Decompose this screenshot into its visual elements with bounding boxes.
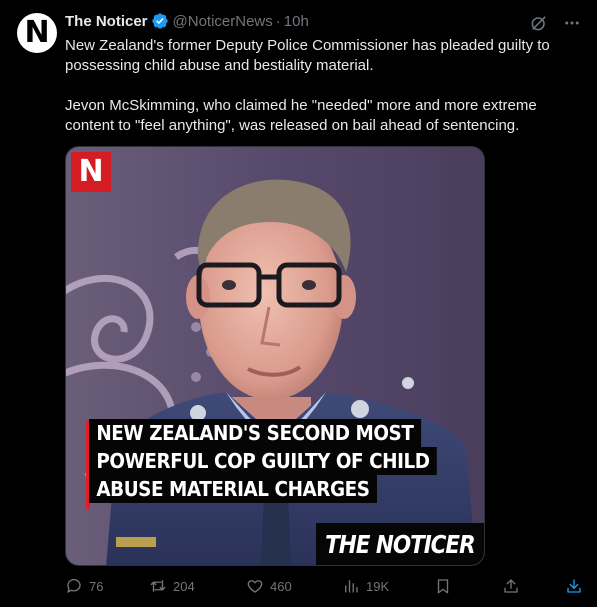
officer-photo xyxy=(66,147,484,565)
top-actions xyxy=(529,13,581,33)
reply-count: 76 xyxy=(89,578,104,594)
headline-line: NEW ZEALAND'S SECOND MOST xyxy=(89,419,421,447)
reply-icon xyxy=(67,578,81,593)
noticer-logo-badge: N xyxy=(71,152,111,192)
bookmark-icon xyxy=(437,579,449,594)
timestamp[interactable]: 10h xyxy=(284,13,309,30)
tweet-paragraph: New Zealand's former Deputy Police Commi… xyxy=(65,37,550,74)
headline-line: POWERFUL COP GUILTY OF CHILD xyxy=(89,447,437,475)
brand-watermark: THE NOTICER xyxy=(316,523,484,565)
handle[interactable]: @NoticerNews xyxy=(173,13,273,30)
tweet[interactable]: N The Noticer @NoticerNews · 10h New Zea… xyxy=(0,0,597,607)
tweet-paragraph: Jevon McSkimming, who claimed he "needed… xyxy=(65,97,537,134)
like-icon xyxy=(247,580,263,593)
repost-count: 204 xyxy=(173,578,195,594)
separator-dot: · xyxy=(275,12,281,30)
headline-line: ABUSE MATERIAL CHARGES xyxy=(89,475,377,503)
action-bar: 76 204 460 19K xyxy=(0,577,597,601)
brand-watermark-text: THE NOTICER xyxy=(325,529,475,559)
reply-button[interactable]: 76 xyxy=(65,577,103,595)
like-count: 460 xyxy=(270,578,292,594)
bookmark-button[interactable] xyxy=(434,577,452,595)
display-name[interactable]: The Noticer xyxy=(65,13,148,30)
share-button[interactable] xyxy=(502,577,520,595)
download-button[interactable] xyxy=(565,577,583,595)
download-icon xyxy=(567,579,581,593)
avatar-logo: N xyxy=(24,15,50,50)
media-image[interactable]: N NEW ZEALAND'S SECOND MOST POWERFUL COP… xyxy=(65,146,485,566)
tweet-header: The Noticer @NoticerNews · 10h xyxy=(65,11,309,31)
views-icon xyxy=(345,580,358,593)
tweet-text: New Zealand's former Deputy Police Commi… xyxy=(65,36,575,136)
badge-letter: N xyxy=(78,154,104,189)
avatar[interactable]: N xyxy=(17,13,57,53)
repost-button[interactable]: 204 xyxy=(149,577,195,595)
more-icon[interactable] xyxy=(563,14,581,32)
views-count: 19K xyxy=(366,578,390,594)
views-button[interactable]: 19K xyxy=(342,577,389,595)
grok-icon[interactable] xyxy=(529,13,549,33)
share-icon xyxy=(504,579,518,593)
like-button[interactable]: 460 xyxy=(246,577,292,595)
headline-caption: NEW ZEALAND'S SECOND MOST POWERFUL COP G… xyxy=(89,419,467,503)
verified-badge-icon xyxy=(151,13,168,29)
repost-icon xyxy=(150,580,166,592)
